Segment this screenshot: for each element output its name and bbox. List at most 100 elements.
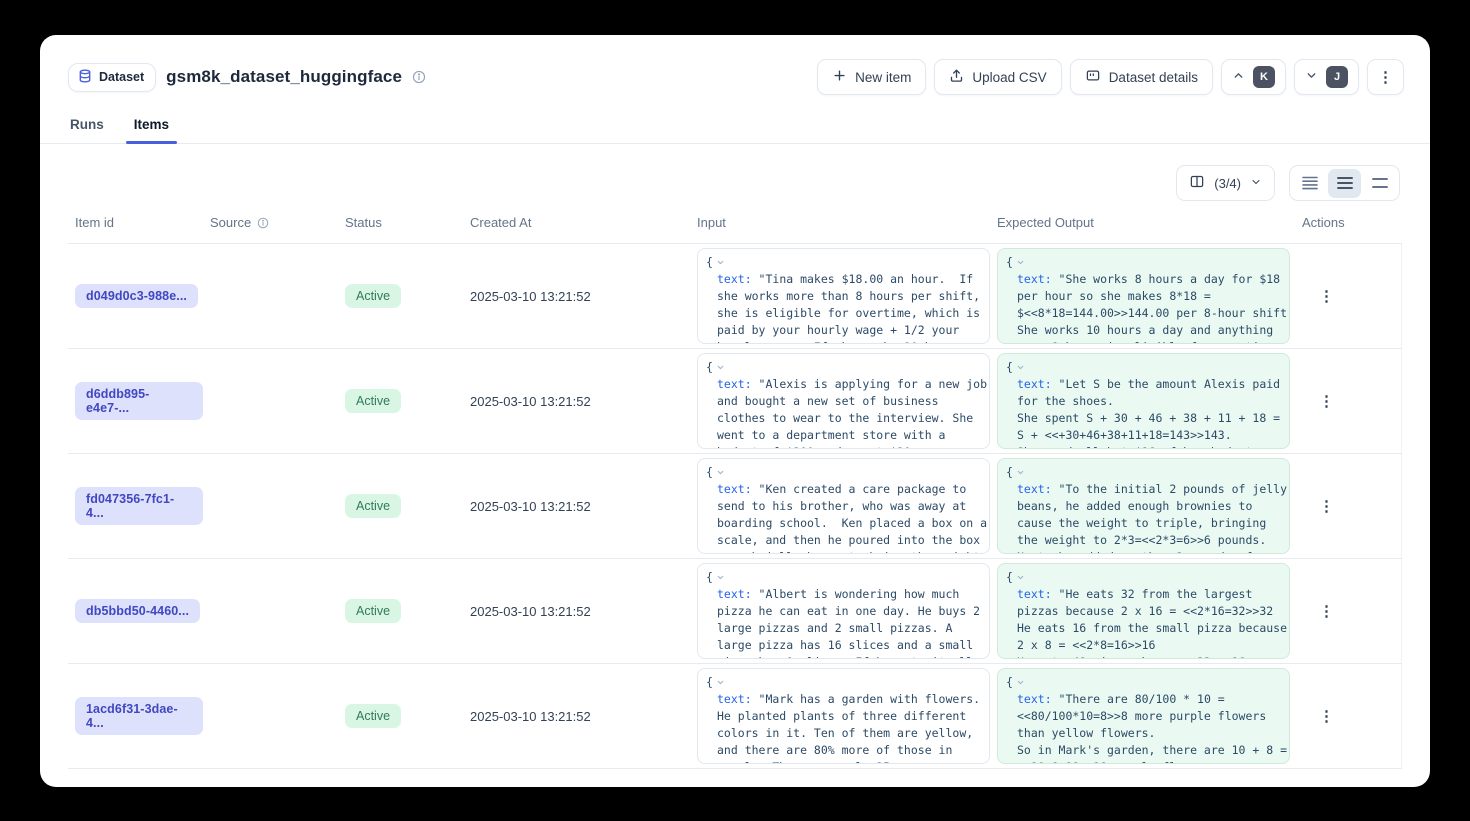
status-badge: Active: [345, 284, 401, 308]
json-code-line: text: "There are 80/100 * 10 =: [1006, 691, 1281, 708]
expected-output-json: {text: "There are 80/100 * 10 =<<80/100*…: [997, 668, 1290, 764]
json-code-line: per hour so she makes 8*18 =: [1006, 288, 1281, 305]
input-json: {text: "Ken created a care package tosen…: [697, 458, 990, 554]
tab-items[interactable]: Items: [132, 111, 171, 143]
json-code-line: she works more than 8 hours per shift,: [706, 288, 981, 305]
item-id-badge[interactable]: db5bbd50-4460...: [75, 599, 200, 623]
json-code-line: large pizzas and 2 small pizzas. A: [706, 620, 981, 637]
tab-runs[interactable]: Runs: [68, 111, 106, 143]
expand-user-button[interactable]: J: [1294, 59, 1359, 95]
json-code-line: 2 x 8 = <<2*8=16>>16: [1006, 637, 1281, 654]
col-header-item-id: Item id: [68, 215, 203, 230]
row-actions-button[interactable]: ⋮: [1311, 600, 1342, 623]
col-header-input: Input: [690, 215, 990, 230]
page-title: gsm8k_dataset_huggingface: [166, 67, 402, 87]
json-collapse-toggle-icon[interactable]: [1016, 573, 1025, 582]
collapse-user-button[interactable]: K: [1221, 59, 1286, 95]
json-collapse-toggle-icon[interactable]: [716, 678, 725, 687]
columns-icon: [1189, 174, 1205, 192]
json-key: text:: [717, 272, 752, 286]
row-height-large-button[interactable]: [1363, 169, 1396, 198]
row-actions-button[interactable]: ⋮: [1311, 495, 1342, 518]
table-controls: (3/4): [40, 144, 1430, 215]
expected-output-cell: {text: "She works 8 hours a day for $18p…: [990, 248, 1295, 344]
header-more-actions-button[interactable]: ⋮: [1367, 59, 1404, 95]
status-cell: Active: [338, 494, 463, 518]
open-brace: {: [1006, 359, 1013, 376]
json-code-line: $<<8*18=144.00>>144.00 per 8-hour shift: [1006, 305, 1281, 322]
dataset-info-icon[interactable]: [412, 70, 426, 84]
json-collapse-toggle-icon[interactable]: [1016, 363, 1025, 372]
json-code-line: She works 10 hours a day and anything: [1006, 322, 1281, 339]
row-height-toggle-group: [1289, 165, 1400, 201]
json-code-line: large pizza has 16 slices and a small: [706, 637, 981, 654]
avatar-k: K: [1253, 66, 1275, 88]
json-collapse-toggle-icon[interactable]: [716, 468, 725, 477]
json-brace-line: {: [706, 464, 981, 481]
json-collapse-toggle-icon[interactable]: [716, 363, 725, 372]
expected-output-json: {text: "She works 8 hours a day for $18p…: [997, 248, 1290, 344]
table-row: 1acd6f31-3dae-4... Active2025-03-10 13:21…: [68, 664, 1402, 769]
json-code-line: the weight to 2*3=<<2*3=6>>6 pounds.: [1006, 532, 1281, 549]
col-header-actions: Actions: [1295, 215, 1402, 230]
json-code-line: enough jelly beans to bring the weight: [706, 549, 981, 554]
row-actions-button[interactable]: ⋮: [1311, 285, 1342, 308]
json-collapse-toggle-icon[interactable]: [716, 573, 725, 582]
json-code-line: and there are 80% more of those in: [706, 742, 981, 759]
json-key: text:: [717, 377, 752, 391]
status-cell: Active: [338, 704, 463, 728]
input-json: {text: "Tina makes $18.00 an hour. Ifshe…: [697, 248, 990, 344]
title-group: Dataset gsm8k_dataset_huggingface: [68, 63, 426, 92]
json-code-line: budget of $200 and spent $30 on a: [706, 444, 981, 449]
json-brace-line: {: [1006, 569, 1281, 586]
actions-cell: ⋮: [1295, 664, 1402, 768]
database-icon: [78, 69, 92, 86]
expected-output-json: {text: "To the initial 2 pounds of jelly…: [997, 458, 1290, 554]
item-id-badge[interactable]: d6ddb895-e4e7-...: [75, 382, 203, 420]
input-json: {text: "Alexis is applying for a new job…: [697, 353, 990, 449]
upload-csv-button[interactable]: Upload CSV: [934, 59, 1061, 95]
dataset-details-button[interactable]: Dataset details: [1070, 59, 1213, 95]
columns-selector-button[interactable]: (3/4): [1176, 165, 1275, 201]
open-brace: {: [1006, 674, 1013, 691]
dataset-details-label: Dataset details: [1109, 70, 1198, 85]
json-key: text:: [717, 482, 752, 496]
json-code-line: over 8 hours is eligible for overtime: [1006, 339, 1281, 344]
actions-cell: ⋮: [1295, 559, 1402, 663]
new-item-label: New item: [855, 70, 911, 85]
table-header-row: Item id Source Status Created At Input E…: [68, 215, 1402, 244]
json-key: text:: [717, 587, 752, 601]
json-collapse-toggle-icon[interactable]: [1016, 468, 1025, 477]
json-collapse-toggle-icon[interactable]: [1016, 258, 1025, 267]
json-collapse-toggle-icon[interactable]: [1016, 678, 1025, 687]
new-item-button[interactable]: New item: [817, 59, 926, 95]
json-code-line: text: "Ken created a care package to: [706, 481, 981, 498]
json-code-line: for the shoes.: [1006, 393, 1281, 410]
json-code-line: pizzas because 2 x 16 = <<2*16=32>>32: [1006, 603, 1281, 620]
dataset-type-badge: Dataset: [68, 63, 156, 92]
created-at-cell: 2025-03-10 13:21:52: [463, 709, 690, 724]
json-key: text:: [1017, 587, 1052, 601]
item-id-badge[interactable]: d049d0c3-988e...: [75, 284, 198, 308]
json-code-line: She spent S + 30 + 46 + 38 + 11 + 18 =: [1006, 410, 1281, 427]
open-brace: {: [706, 359, 713, 376]
row-height-small-button[interactable]: [1293, 169, 1326, 198]
json-collapse-toggle-icon[interactable]: [716, 258, 725, 267]
item-id-badge[interactable]: 1acd6f31-3dae-4...: [75, 697, 203, 735]
json-code-line: cause the weight to triple, bringing: [1006, 515, 1281, 532]
row-actions-button[interactable]: ⋮: [1311, 390, 1342, 413]
json-brace-line: {: [1006, 674, 1281, 691]
source-info-icon[interactable]: [257, 217, 269, 229]
row-actions-button[interactable]: ⋮: [1311, 705, 1342, 728]
row-height-medium-button[interactable]: [1328, 169, 1361, 198]
item-id-badge[interactable]: fd047356-7fc1-4...: [75, 487, 203, 525]
open-brace: {: [706, 464, 713, 481]
status-cell: Active: [338, 389, 463, 413]
expected-output-cell: {text: "There are 80/100 * 10 =<<80/100*…: [990, 668, 1295, 764]
dataset-page-card: Dataset gsm8k_dataset_huggingface New it…: [40, 35, 1430, 787]
item-id-cell: fd047356-7fc1-4...: [68, 487, 203, 525]
table-row: d6ddb895-e4e7-...Active2025-03-10 13:21:…: [68, 349, 1402, 454]
status-badge: Active: [345, 494, 401, 518]
json-key: text:: [717, 692, 752, 706]
json-code-line: Next, he added another 2 pounds of: [1006, 549, 1281, 554]
